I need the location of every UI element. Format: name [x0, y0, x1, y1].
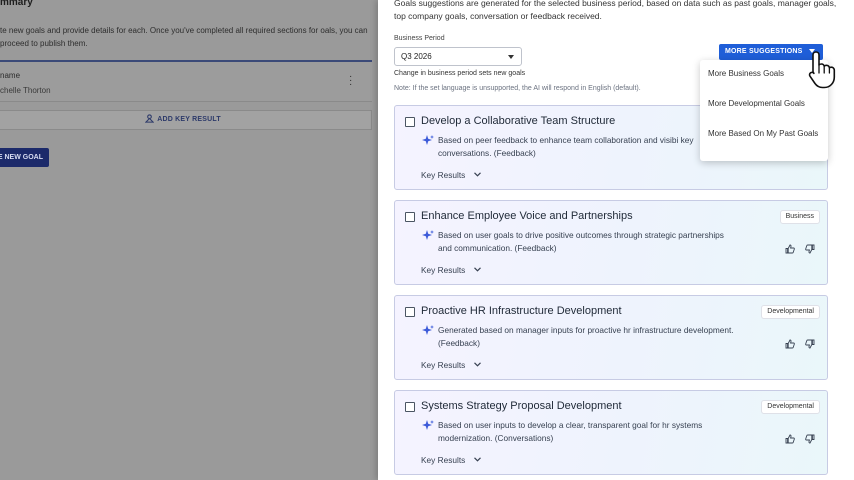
sparkle-icon [422, 325, 434, 335]
language-note: Note: If the set language is unsupported… [394, 85, 641, 92]
goal-description: Based on user inputs to develop a clear,… [438, 420, 703, 443]
thumbs-up-icon[interactable] [785, 241, 795, 259]
chevron-down-icon [473, 457, 481, 462]
key-results-toggle[interactable]: Key Results [421, 170, 481, 180]
thumbs-down-icon[interactable] [805, 431, 815, 449]
key-results-toggle[interactable]: Key Results [421, 265, 481, 275]
business-period-helper: Change in business period sets new goals [394, 70, 526, 77]
key-results-label: Key Results [421, 455, 466, 465]
background-card-value: chelle Thorton [0, 86, 51, 95]
sparkle-icon [422, 420, 434, 430]
thumbs-down-icon[interactable] [805, 336, 815, 354]
goal-title: Develop a Collaborative Team Structure [421, 115, 616, 127]
goal-description: Based on peer feedback to enhance team c… [438, 135, 694, 158]
business-period-select[interactable]: Q3 2026 [394, 47, 522, 66]
goal-title: Enhance Employee Voice and Partnerships [421, 210, 633, 222]
feedback-buttons [785, 241, 817, 254]
feedback-buttons [785, 336, 817, 349]
key-result-icon [144, 114, 155, 123]
goal-type-badge: Developmental [761, 400, 820, 414]
kebab-menu-icon: · · · [349, 71, 353, 90]
key-results-label: Key Results [421, 360, 466, 370]
thumbs-down-icon[interactable] [805, 241, 815, 259]
goal-checkbox[interactable] [405, 402, 415, 412]
key-results-label: Key Results [421, 170, 466, 180]
sparkle-icon [422, 230, 434, 240]
more-suggestions-label: MORE SUGGESTIONS [725, 48, 803, 55]
goal-title: Proactive HR Infrastructure Development [421, 305, 622, 317]
background-page-overlay: mmary te new goals and provide details f… [0, 0, 378, 480]
chevron-down-icon [473, 362, 481, 367]
goal-checkbox[interactable] [405, 117, 415, 127]
background-page-title: mmary [0, 0, 33, 8]
key-results-label: Key Results [421, 265, 466, 275]
goal-type-badge: Business [779, 210, 820, 224]
goal-suggestion-card: Enhance Employee Voice and Partnerships … [394, 200, 828, 285]
business-period-label: Business Period [394, 35, 445, 42]
caret-down-icon [508, 55, 514, 59]
goal-description: Generated based on manager inputs for pr… [438, 325, 734, 348]
sparkle-icon [422, 135, 434, 145]
drawer-intro-text: Goals suggestions are generated for the … [394, 0, 837, 21]
key-results-toggle[interactable]: Key Results [421, 360, 481, 370]
background-card-label: name [0, 71, 21, 80]
business-period-value: Q3 2026 [401, 52, 432, 61]
goal-suggestions-drawer: Goals suggestions are generated for the … [378, 0, 854, 480]
goal-title: Systems Strategy Proposal Development [421, 400, 622, 412]
menu-item-more-developmental-goals[interactable]: More Developmental Goals [708, 98, 820, 110]
add-key-result-button: ADD KEY RESULT [0, 110, 372, 130]
key-results-toggle[interactable]: Key Results [421, 455, 481, 465]
background-goal-card: name chelle Thorton · · · [0, 60, 372, 102]
goal-suggestion-card: Systems Strategy Proposal Development De… [394, 390, 828, 475]
goal-checkbox[interactable] [405, 307, 415, 317]
background-page-description: te new goals and provide details for eac… [0, 26, 368, 48]
hand-pointer-cursor-icon [808, 51, 836, 89]
feedback-buttons [785, 431, 817, 444]
thumbs-up-icon[interactable] [785, 431, 795, 449]
goal-description: Based on user goals to drive positive ou… [438, 230, 724, 253]
create-new-goal-button: E NEW GOAL [0, 148, 49, 167]
thumbs-up-icon[interactable] [785, 336, 795, 354]
chevron-down-icon [473, 172, 481, 177]
menu-item-more-past-goals[interactable]: More Based On My Past Goals [708, 128, 820, 140]
chevron-down-icon [473, 267, 481, 272]
goal-suggestion-card: Proactive HR Infrastructure Development … [394, 295, 828, 380]
goal-type-badge: Developmental [761, 305, 820, 319]
add-key-result-label: ADD KEY RESULT [157, 116, 221, 123]
menu-item-more-business-goals[interactable]: More Business Goals [708, 68, 820, 80]
goal-checkbox[interactable] [405, 212, 415, 222]
